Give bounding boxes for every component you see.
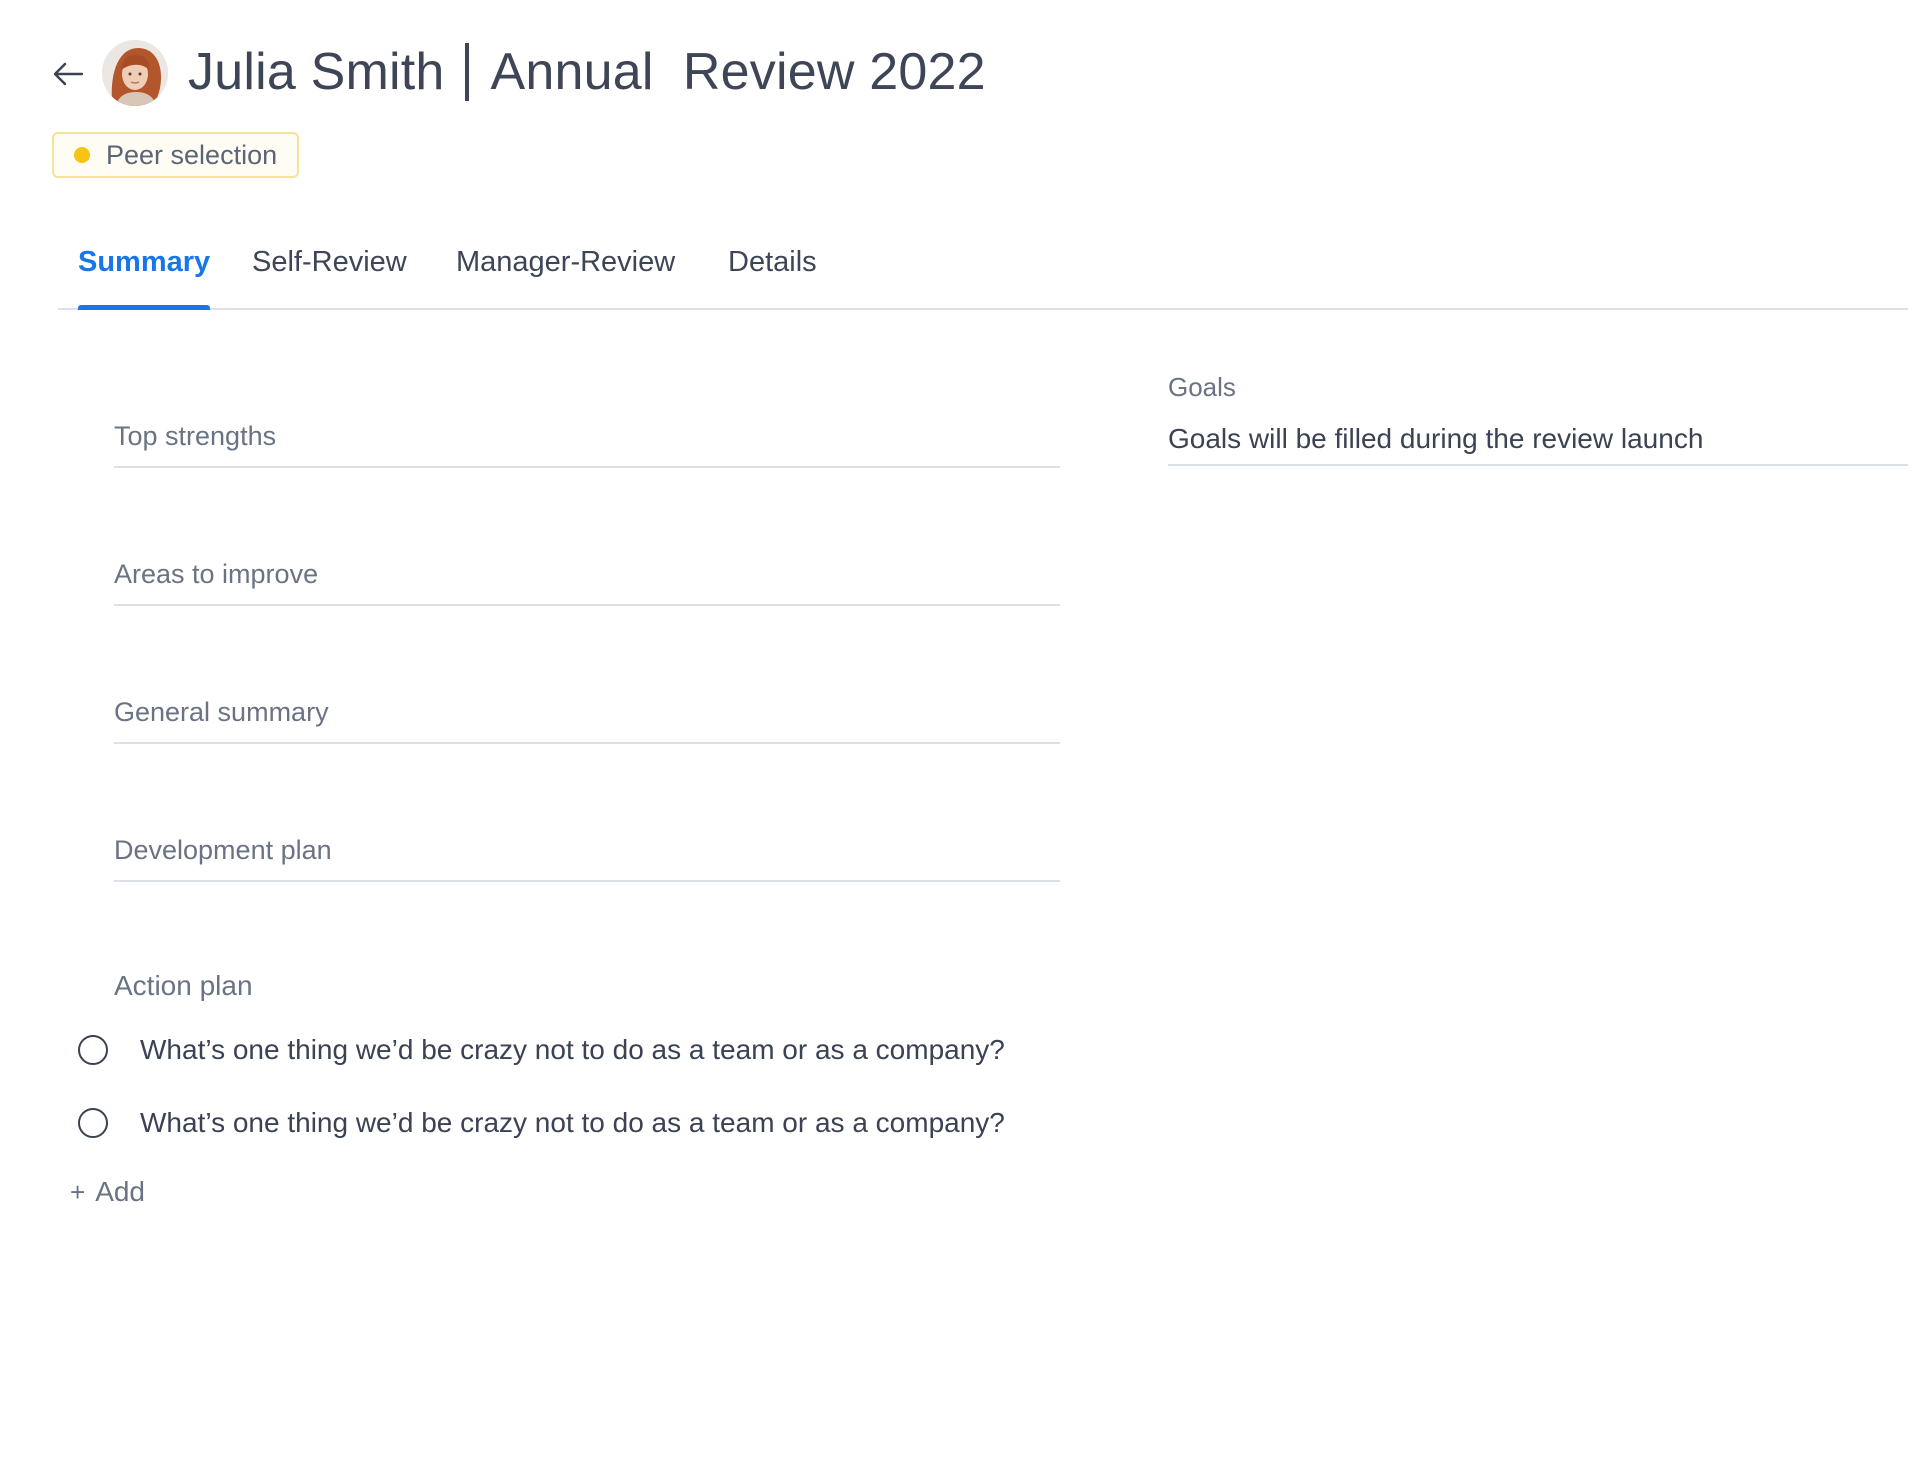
action-item[interactable]: What’s one thing we’d be crazy not to do… — [78, 1103, 1005, 1143]
top-strengths-label: Top strengths — [114, 421, 277, 451]
tab-summary[interactable]: Summary — [78, 236, 211, 310]
areas-to-improve-field[interactable]: Areas to improve — [114, 542, 1060, 606]
page-title: Julia Smith Annual Review 2022 — [188, 36, 986, 108]
tab-manager-review[interactable]: Manager-Review — [456, 236, 675, 308]
status-badge: Peer selection — [52, 132, 300, 178]
status-dot-icon — [74, 147, 90, 163]
add-button-label: Add — [95, 1176, 146, 1207]
areas-to-improve-label: Areas to improve — [114, 559, 319, 589]
general-summary-label: General summary — [114, 697, 329, 727]
arrow-left-icon — [53, 62, 84, 86]
action-item-text: What’s one thing we’d be crazy not to do… — [140, 1107, 1005, 1138]
goals-label: Goals — [1168, 372, 1236, 402]
action-plan-label: Action plan — [114, 970, 253, 1001]
avatar — [102, 40, 168, 106]
review-page: Julia Smith Annual Review 2022 Peer sele… — [0, 0, 1930, 1480]
user-avatar-photo — [102, 40, 168, 106]
top-strengths-field[interactable]: Top strengths — [114, 404, 1060, 468]
development-plan-label: Development plan — [114, 835, 332, 865]
back-button[interactable] — [48, 56, 88, 92]
tab-self-review[interactable]: Self-Review — [252, 236, 407, 308]
radio-circle-icon[interactable] — [78, 1108, 108, 1138]
action-item-text: What’s one thing we’d be crazy not to do… — [140, 1034, 1005, 1065]
add-action-button[interactable]: + Add — [70, 1176, 145, 1208]
tab-bar: Summary Self-Review Manager-Review Detai… — [58, 236, 1908, 310]
radio-circle-icon[interactable] — [78, 1035, 108, 1065]
general-summary-field[interactable]: General summary — [114, 680, 1060, 744]
goals-value: Goals will be filled during the review l… — [1168, 414, 1908, 466]
development-plan-field[interactable]: Development plan — [114, 818, 1060, 882]
plus-icon: + — [70, 1176, 86, 1207]
employee-name: Julia Smith — [188, 43, 445, 101]
title-separator — [464, 43, 469, 101]
tab-details[interactable]: Details — [728, 236, 817, 308]
review-name: Annual Review 2022 — [490, 43, 986, 101]
status-label: Peer selection — [106, 139, 278, 170]
action-item[interactable]: What’s one thing we’d be crazy not to do… — [78, 1030, 1005, 1070]
